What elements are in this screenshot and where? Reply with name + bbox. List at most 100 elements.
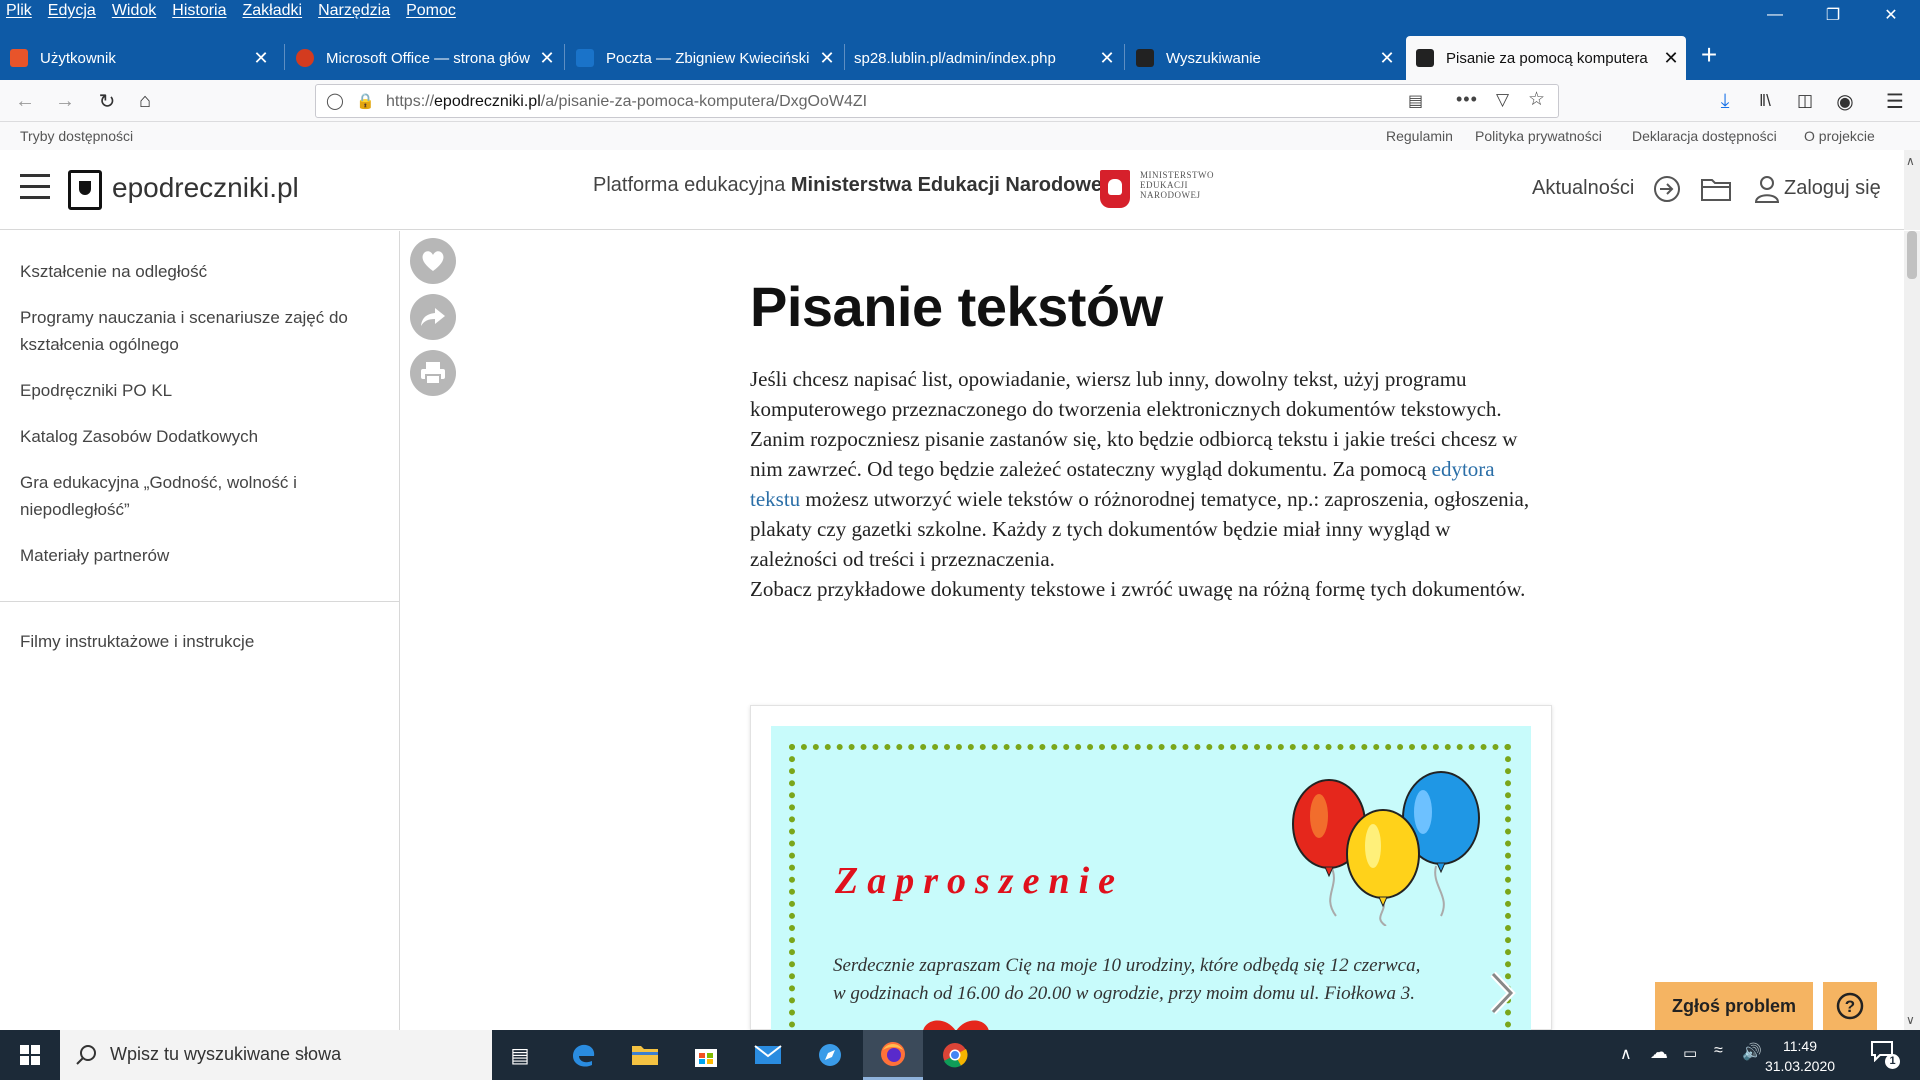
- article-body: Jeśli chcesz napisać list, opowiadanie, …: [750, 364, 1540, 604]
- shield-icon[interactable]: ◯: [326, 91, 344, 111]
- close-tab-icon[interactable]: ✕: [532, 48, 562, 69]
- regulations-link[interactable]: Regulamin: [1386, 128, 1453, 144]
- login-arrow-icon[interactable]: [1652, 174, 1682, 204]
- mail-icon[interactable]: [738, 1030, 798, 1080]
- paragraph-planning: Zanim rozpoczniesz pisanie zastanów się,…: [750, 427, 1530, 571]
- menu-item-history[interactable]: Historia: [172, 2, 226, 20]
- taskbar-search-box[interactable]: Wpisz tu wyszukiwane słowa: [60, 1030, 492, 1080]
- restore-icon[interactable]: ❐: [1804, 0, 1862, 30]
- tab-wyszukiwanie[interactable]: Wyszukiwanie ✕: [1126, 36, 1402, 80]
- battery-icon[interactable]: ▭: [1683, 1044, 1697, 1062]
- window-controls: — ❐ ✕: [1746, 0, 1920, 30]
- report-problem-button[interactable]: Zgłoś problem: [1655, 982, 1813, 1030]
- edge-icon[interactable]: [553, 1030, 613, 1080]
- close-tab-icon[interactable]: ✕: [1656, 48, 1686, 69]
- sidebar-item-curricula[interactable]: Programy nauczania i scenariusze zajęć d…: [20, 304, 370, 358]
- accessibility-declaration-link[interactable]: Deklaracja dostępności: [1632, 128, 1777, 144]
- reload-icon[interactable]: ↻: [92, 86, 122, 116]
- notifications-icon[interactable]: 1: [1870, 1040, 1900, 1070]
- sidebar-toggle-icon[interactable]: ◫: [1790, 86, 1820, 116]
- tab-pisanie-active[interactable]: Pisanie za pomocą komputera ✕: [1406, 36, 1686, 80]
- close-tab-icon[interactable]: ✕: [246, 48, 276, 69]
- menu-item-help[interactable]: Pomoc: [406, 2, 456, 20]
- library-icon[interactable]: ‖\: [1750, 86, 1780, 116]
- sidebar-item-tutorial-videos[interactable]: Filmy instruktażowe i instrukcje: [20, 628, 370, 655]
- news-link[interactable]: Aktualności: [1532, 177, 1634, 200]
- site-logo-text[interactable]: epodreczniki.pl: [112, 172, 299, 204]
- help-button[interactable]: ?: [1823, 982, 1877, 1030]
- safari-like-app-icon[interactable]: [800, 1030, 860, 1080]
- favorite-button[interactable]: [410, 238, 456, 284]
- volume-icon[interactable]: 🔊: [1742, 1042, 1762, 1062]
- share-button[interactable]: [410, 294, 456, 340]
- sidebar-item-partner-materials[interactable]: Materiały partnerów: [20, 542, 370, 569]
- back-icon[interactable]: ←: [10, 86, 40, 116]
- gallery-next-arrow-icon[interactable]: [1481, 968, 1521, 1018]
- epodreczniki-logo-icon[interactable]: [68, 170, 102, 210]
- minimize-icon[interactable]: —: [1746, 0, 1804, 30]
- close-tab-icon[interactable]: ✕: [812, 48, 842, 69]
- close-tab-icon[interactable]: ✕: [1092, 48, 1122, 69]
- onedrive-cloud-icon[interactable]: ☁: [1650, 1042, 1668, 1063]
- sidebar-item-remote-learning[interactable]: Kształcenie na odległość: [20, 258, 370, 285]
- url-bar[interactable]: ◯ 🔒 https://epodreczniki.pl/a/pisanie-za…: [315, 84, 1559, 118]
- tab-label: Poczta — Zbigniew Kwieciński: [606, 49, 810, 67]
- tab-microsoft-office[interactable]: Microsoft Office — strona głów ✕: [286, 36, 562, 80]
- pocket-icon[interactable]: ▽: [1496, 90, 1509, 110]
- taskbar-clock[interactable]: 11:49 31.03.2020: [1760, 1036, 1840, 1076]
- forward-icon[interactable]: →: [50, 86, 80, 116]
- user-icon[interactable]: [1752, 174, 1782, 204]
- page-actions-icon[interactable]: •••: [1456, 89, 1478, 110]
- tab-strip: Użytkownik ✕ Microsoft Office — strona g…: [0, 30, 1920, 80]
- sidebar-item-educational-game[interactable]: Gra edukacyjna „Godność, wolność i niepo…: [20, 469, 320, 523]
- tab-sp28-admin[interactable]: sp28.lublin.pl/admin/index.php ✕: [846, 36, 1122, 80]
- file-explorer-icon[interactable]: [615, 1030, 675, 1080]
- account-icon[interactable]: ◉: [1830, 86, 1860, 116]
- hamburger-menu-icon[interactable]: [20, 174, 50, 202]
- sidebar-item-epodreczniki-pokl[interactable]: Epodręczniki PO KL: [20, 377, 370, 404]
- menu-item-bookmarks[interactable]: Zakładki: [243, 2, 303, 20]
- privacy-policy-link[interactable]: Polityka prywatności: [1475, 128, 1602, 144]
- close-tab-icon[interactable]: ✕: [1372, 48, 1402, 69]
- tab-label: Wyszukiwanie: [1166, 49, 1261, 67]
- login-link[interactable]: Zaloguj się: [1784, 177, 1881, 200]
- bookmark-star-icon[interactable]: ☆: [1528, 88, 1545, 111]
- reader-view-icon[interactable]: ▤: [1408, 91, 1423, 111]
- downloads-icon[interactable]: ⤓: [1710, 86, 1740, 116]
- sidebar-item-resource-catalog[interactable]: Katalog Zasobów Dodatkowych: [20, 423, 370, 450]
- print-button[interactable]: [410, 350, 456, 396]
- balloons-icon: [1292, 771, 1480, 926]
- home-icon[interactable]: ⌂: [130, 86, 160, 116]
- ribbon-bow-icon: [923, 1020, 989, 1031]
- firefox-taskbar-icon[interactable]: [863, 1030, 923, 1080]
- scroll-up-icon[interactable]: ∧: [1906, 154, 1915, 168]
- new-tab-icon[interactable]: +: [1694, 40, 1724, 70]
- accessibility-modes-link[interactable]: Tryby dostępności: [20, 128, 133, 144]
- paragraph-intro: Jeśli chcesz napisać list, opowiadanie, …: [750, 367, 1502, 421]
- menu-item-tools[interactable]: Narzędzia: [318, 2, 390, 20]
- scrollbar-thumb[interactable]: [1907, 231, 1917, 279]
- page-scrollbar[interactable]: ∨: [1904, 231, 1920, 1030]
- invitation-text: Serdecznie zapraszam Cię na moje 10 urod…: [833, 955, 1421, 1004]
- close-window-icon[interactable]: ✕: [1862, 0, 1920, 30]
- windows-start-icon[interactable]: [0, 1030, 60, 1080]
- menu-item-view[interactable]: Widok: [112, 2, 156, 20]
- ministry-logo-text: MINISTERSTWO EDUKACJI NARODOWEJ: [1140, 170, 1214, 200]
- about-project-link[interactable]: O projekcie: [1804, 128, 1875, 144]
- store-icon[interactable]: [676, 1030, 736, 1080]
- task-view-icon[interactable]: ▤: [490, 1030, 550, 1080]
- folder-icon[interactable]: [1700, 174, 1734, 204]
- tab-poczta[interactable]: Poczta — Zbigniew Kwieciński ✕: [566, 36, 842, 80]
- app-menu-icon[interactable]: ☰: [1880, 86, 1910, 116]
- tab-label: sp28.lublin.pl/admin/index.php: [854, 49, 1056, 67]
- chrome-icon[interactable]: [925, 1030, 985, 1080]
- scroll-down-icon[interactable]: ∨: [1906, 1013, 1915, 1027]
- tab-uzytkownik[interactable]: Użytkownik ✕: [0, 36, 276, 80]
- epodreczniki-favicon-icon: [1416, 49, 1434, 67]
- menu-item-file[interactable]: Plik: [6, 2, 32, 20]
- menu-item-edit[interactable]: Edycja: [48, 2, 96, 20]
- clock-date: 31.03.2020: [1764, 1058, 1836, 1074]
- show-hidden-icons-icon[interactable]: ∧: [1620, 1044, 1632, 1064]
- wifi-icon[interactable]: ≈: [1714, 1042, 1723, 1060]
- lock-icon[interactable]: 🔒: [356, 92, 375, 110]
